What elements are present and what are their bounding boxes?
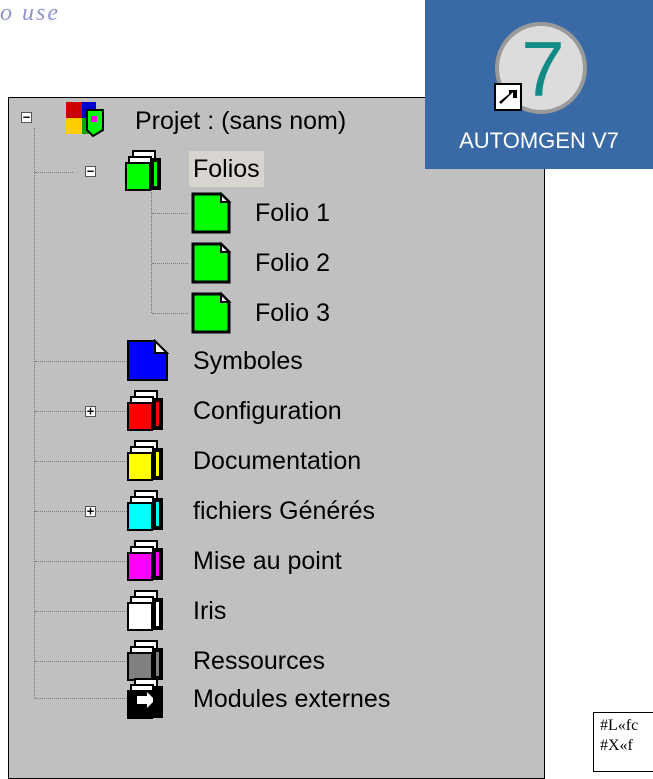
tree-item-configuration[interactable]: Configuration (193, 393, 342, 429)
tree-item-modules-externes[interactable]: Modules externes (193, 681, 390, 717)
tree-item-mise-au-point[interactable]: Mise au point (193, 543, 342, 579)
tree-connector (35, 461, 127, 462)
tree-connector (152, 263, 188, 264)
tree-connector (152, 313, 188, 314)
debug-stack-icon (127, 540, 163, 581)
tree-connector (35, 511, 127, 512)
tree-item-iris[interactable]: Iris (193, 593, 226, 629)
tree-item-documentation[interactable]: Documentation (193, 443, 361, 479)
tree-connector (152, 213, 188, 214)
tree-item-folio-3[interactable]: Folio 3 (255, 295, 330, 331)
tree-item-projet[interactable]: Projet : (sans nom) (135, 103, 346, 139)
documentation-stack-icon (127, 440, 163, 481)
automgen-shortcut[interactable]: 7 AUTOMGEN V7 (425, 0, 653, 169)
shortcut-label: AUTOMGEN V7 (459, 128, 619, 153)
folio-page-icon (191, 191, 232, 234)
folio-page-icon (191, 241, 232, 284)
expand-toggle[interactable]: + (85, 505, 96, 517)
tree-connector (151, 178, 152, 313)
collapse-toggle[interactable]: − (85, 165, 96, 177)
tree-item-folio-1[interactable]: Folio 1 (255, 195, 330, 231)
shortcut-number: 7 (521, 25, 564, 113)
tree-connector (35, 361, 127, 362)
tree-connector (35, 661, 127, 662)
snippet-line-2: #X«f (600, 737, 633, 754)
tree-connector (35, 172, 73, 173)
snippet-line-1: #L«fc (600, 717, 639, 734)
configuration-stack-icon (127, 390, 163, 431)
project-icon (66, 102, 104, 138)
iris-stack-icon (127, 590, 163, 631)
tree-connector (34, 128, 35, 698)
folios-stack-icon (125, 150, 161, 191)
automgen-app-icon: 7 (494, 22, 587, 114)
tree-connector (35, 411, 127, 412)
tree-item-folios[interactable]: Folios (189, 151, 264, 187)
tree-connector (35, 698, 127, 699)
tree-item-ressources[interactable]: Ressources (193, 643, 325, 679)
expand-toggle[interactable]: + (85, 405, 96, 417)
tree-connector (35, 611, 127, 612)
generated-files-stack-icon (127, 490, 163, 531)
code-snippet: #L«fc #X«f (593, 712, 653, 772)
project-tree[interactable]: − Projet : (sans nom) − Folios Folio 1 F… (8, 97, 545, 779)
collapse-toggle[interactable]: − (21, 111, 32, 123)
folio-page-icon (191, 291, 232, 334)
tree-connector (35, 561, 127, 562)
tree-item-symboles[interactable]: Symboles (193, 343, 303, 379)
tree-item-fichiers-generes[interactable]: fichiers Générés (193, 493, 375, 529)
symboles-page-icon (127, 338, 169, 381)
tree-item-folio-2[interactable]: Folio 2 (255, 245, 330, 281)
scribble-text: o use (0, 0, 60, 26)
external-modules-stack-icon (127, 678, 163, 719)
